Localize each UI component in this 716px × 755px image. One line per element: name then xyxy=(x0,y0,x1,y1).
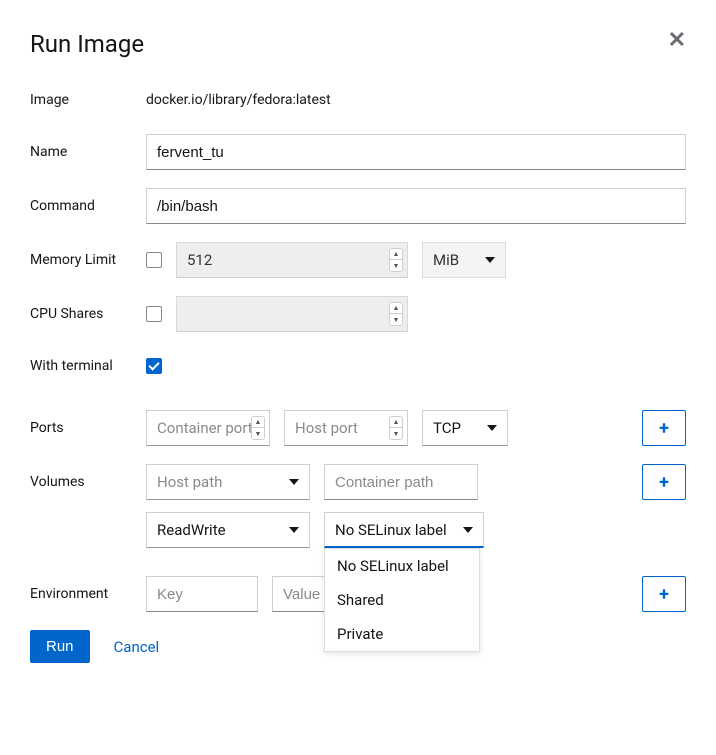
name-input[interactable] xyxy=(146,134,686,170)
container-port-input[interactable]: Container port ▲▼ xyxy=(146,410,270,446)
container-path-input[interactable] xyxy=(324,464,478,500)
add-env-button[interactable]: + xyxy=(642,576,686,612)
volume-mode-select[interactable]: ReadWrite xyxy=(146,512,310,548)
command-label: Command xyxy=(30,198,146,214)
plus-icon: + xyxy=(659,472,669,493)
chevron-down-icon xyxy=(485,257,495,263)
image-label: Image xyxy=(30,92,146,108)
selinux-option[interactable]: Private xyxy=(325,617,479,651)
cpu-value-input[interactable]: ▲▼ xyxy=(176,296,408,332)
add-port-button[interactable]: + xyxy=(642,410,686,446)
terminal-label: With terminal xyxy=(30,358,146,374)
cpu-label: CPU Shares xyxy=(30,306,146,322)
selinux-option[interactable]: No SELinux label xyxy=(325,549,479,583)
memory-enable-checkbox[interactable] xyxy=(146,252,162,268)
env-key-input[interactable] xyxy=(146,576,258,612)
run-button[interactable]: Run xyxy=(30,630,90,663)
selinux-option[interactable]: Shared xyxy=(325,583,479,617)
chevron-down-icon xyxy=(289,479,299,485)
command-input[interactable] xyxy=(146,188,686,224)
env-label: Environment xyxy=(30,586,146,602)
chevron-down-icon xyxy=(463,527,473,533)
selinux-label-select[interactable]: No SELinux label xyxy=(324,512,484,548)
volumes-label: Volumes xyxy=(30,474,146,490)
memory-unit-select[interactable]: MiB xyxy=(422,242,506,278)
spinner-icon[interactable]: ▲▼ xyxy=(389,248,403,272)
host-path-select[interactable]: Host path xyxy=(146,464,310,500)
image-value: docker.io/library/fedora:latest xyxy=(146,92,331,108)
terminal-checkbox[interactable] xyxy=(146,358,162,374)
spinner-icon[interactable]: ▲▼ xyxy=(389,416,403,440)
cancel-button[interactable]: Cancel xyxy=(114,638,160,656)
dialog-title: Run Image xyxy=(30,30,144,58)
add-volume-button[interactable]: + xyxy=(642,464,686,500)
plus-icon: + xyxy=(659,418,669,439)
memory-label: Memory Limit xyxy=(30,252,146,268)
chevron-down-icon xyxy=(487,425,497,431)
port-protocol-select[interactable]: TCP xyxy=(422,410,508,446)
plus-icon: + xyxy=(659,584,669,605)
close-icon[interactable]: ✕ xyxy=(668,30,686,52)
selinux-dropdown-menu: No SELinux label Shared Private xyxy=(324,548,480,652)
memory-value-input[interactable]: 512 ▲▼ xyxy=(176,242,408,278)
spinner-icon[interactable]: ▲▼ xyxy=(251,416,265,440)
ports-label: Ports xyxy=(30,420,146,436)
chevron-down-icon xyxy=(289,527,299,533)
spinner-icon[interactable]: ▲▼ xyxy=(389,302,403,326)
host-port-input[interactable]: Host port ▲▼ xyxy=(284,410,408,446)
name-label: Name xyxy=(30,144,146,160)
cpu-enable-checkbox[interactable] xyxy=(146,306,162,322)
